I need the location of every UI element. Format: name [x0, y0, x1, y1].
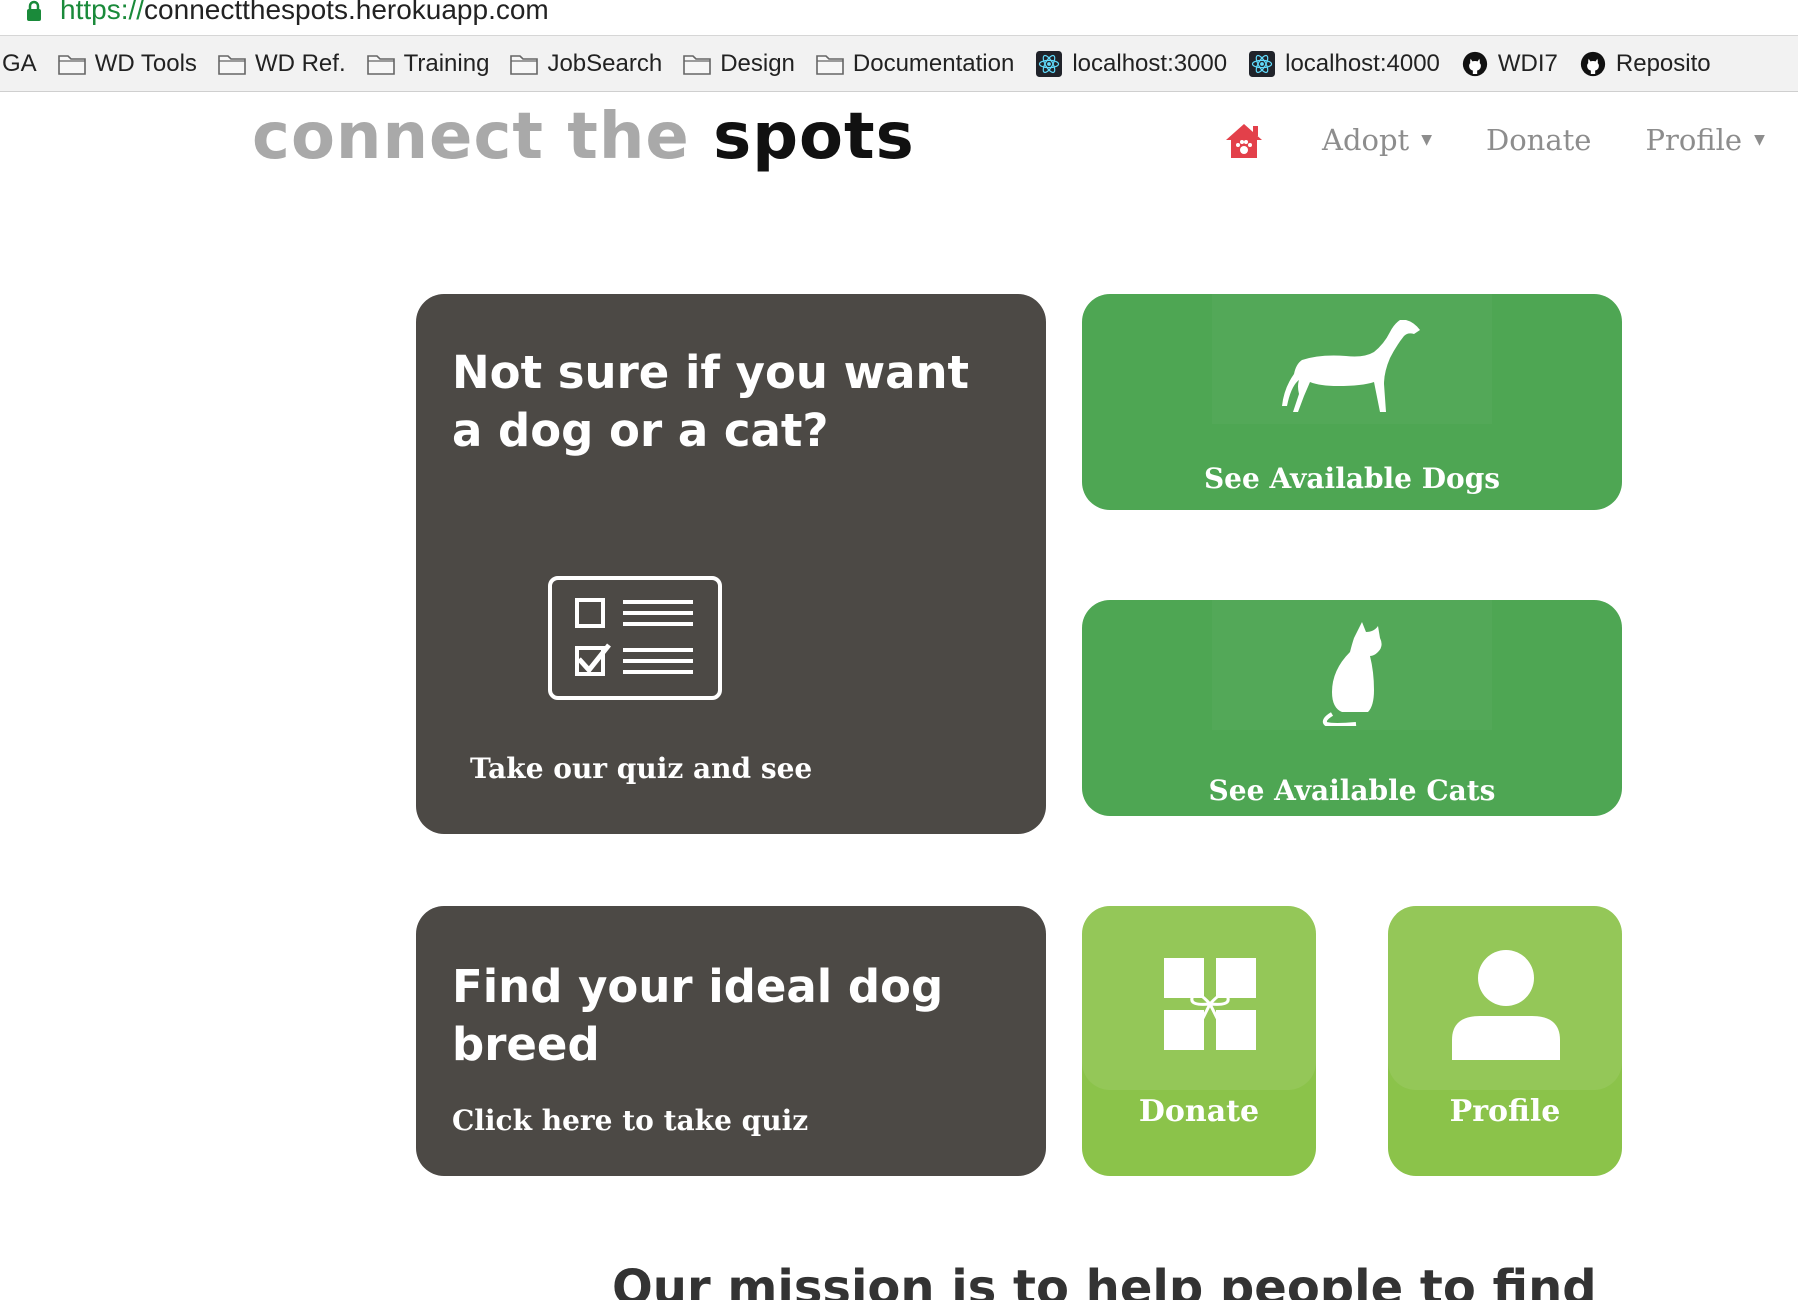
donate-tile[interactable]: Donate: [1082, 906, 1316, 1176]
bookmark-localhost-4000[interactable]: localhost:4000: [1247, 50, 1440, 78]
bookmark-localhost-3000[interactable]: localhost:3000: [1034, 50, 1227, 78]
profile-caption: Profile: [1449, 1094, 1561, 1129]
folder-icon: [510, 54, 539, 75]
logo-text-dark: spots: [713, 100, 915, 174]
github-icon: [1462, 51, 1488, 76]
folder-icon: [683, 54, 711, 75]
folder-icon: [366, 54, 395, 75]
address-bar[interactable]: https://connectthespots.herokuapp.com: [0, 0, 1798, 36]
site-logo[interactable]: connect the spots: [252, 100, 915, 174]
logo-text-light: connect the: [252, 100, 690, 174]
caret-down-icon: ▼: [1421, 132, 1432, 148]
bookmark-documentation[interactable]: Documentation: [815, 50, 1014, 78]
breed-quiz-tile[interactable]: Find your ideal dog breed Click here to …: [416, 906, 1046, 1176]
react-icon: [1036, 50, 1063, 77]
available-dogs-tile[interactable]: See Available Dogs: [1082, 294, 1622, 510]
bookmarks-bar: GA WD Tools WD Ref. Training JobSearch D…: [0, 36, 1798, 92]
bookmark-ga[interactable]: GA: [2, 50, 37, 78]
bookmark-jobsearch[interactable]: JobSearch: [509, 50, 662, 78]
breed-caption: Click here to take quiz: [452, 1104, 809, 1137]
caret-down-icon: ▼: [1754, 132, 1765, 148]
checklist-icon: [548, 576, 722, 700]
react-icon: [1249, 50, 1276, 77]
quiz-title: Not sure if you want a dog or a cat?: [452, 346, 970, 457]
bookmark-training[interactable]: Training: [366, 50, 489, 78]
main-nav: Adopt ▼ Donate Profile ▼: [1222, 118, 1798, 162]
folder-icon: [57, 54, 86, 75]
bookmark-design[interactable]: Design: [682, 50, 795, 78]
breed-title: Find your ideal dog breed: [452, 960, 944, 1071]
cat-icon: [1322, 622, 1382, 726]
cats-caption: See Available Cats: [1208, 774, 1496, 807]
available-cats-tile[interactable]: See Available Cats: [1082, 600, 1622, 816]
nav-profile-dropdown[interactable]: Profile ▼: [1645, 123, 1764, 157]
bookmark-wdi7[interactable]: WDI7: [1460, 50, 1558, 78]
folder-icon: [816, 54, 844, 75]
folder-icon: [218, 54, 246, 75]
mission-heading: Our mission is to help people to find: [612, 1260, 1597, 1300]
lock-icon: [27, 0, 41, 21]
quiz-tile[interactable]: Not sure if you want a dog or a cat? Tak…: [416, 294, 1046, 834]
user-icon: [1452, 950, 1560, 1060]
github-icon: [1580, 51, 1606, 76]
bookmark-wd-ref[interactable]: WD Ref.: [217, 50, 346, 78]
dogs-caption: See Available Dogs: [1203, 462, 1501, 495]
bookmark-repositories[interactable]: Reposito: [1578, 50, 1711, 78]
url-text: https://connectthespots.herokuapp.com: [60, 0, 549, 25]
profile-tile[interactable]: Profile: [1388, 906, 1622, 1176]
donate-caption: Donate: [1138, 1094, 1260, 1129]
dog-icon: [1282, 320, 1420, 412]
bookmark-wd-tools[interactable]: WD Tools: [57, 50, 197, 78]
quiz-caption: Take our quiz and see: [470, 752, 813, 785]
gift-icon: [1164, 958, 1256, 1050]
nav-adopt-dropdown[interactable]: Adopt ▼: [1322, 123, 1432, 157]
nav-donate[interactable]: Donate: [1486, 123, 1592, 157]
house-paw-icon[interactable]: [1222, 118, 1266, 162]
